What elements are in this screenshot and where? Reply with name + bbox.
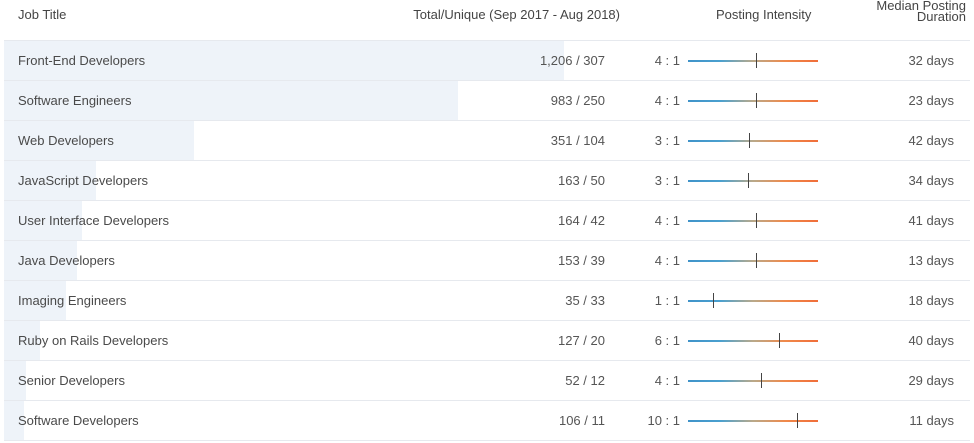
intensity-gradient-line — [688, 300, 818, 302]
job-title: Software Developers — [18, 413, 139, 428]
intensity-gradient-line — [688, 60, 818, 62]
intensity-marker — [756, 53, 757, 68]
job-postings-table: Job Title Total/Unique (Sep 2017 - Aug 2… — [4, 0, 970, 441]
intensity-ratio: 4 : 1 — [654, 253, 680, 268]
total-unique-count: 351 / 104 — [550, 133, 605, 148]
intensity-ratio: 3 : 1 — [654, 133, 680, 148]
table-row[interactable]: Software Engineers 983 / 250 4 : 1 23 days — [4, 81, 970, 121]
intensity-marker — [779, 333, 780, 348]
header-job-title[interactable]: Job Title — [18, 7, 66, 22]
intensity-ratio: 3 : 1 — [654, 173, 680, 188]
total-unique-count: 35 / 33 — [565, 293, 605, 308]
job-title: Ruby on Rails Developers — [18, 333, 169, 348]
table-row[interactable]: Senior Developers 52 / 12 4 : 1 29 days — [4, 361, 970, 401]
median-duration: 18 days — [908, 293, 954, 308]
intensity-gradient-line — [688, 420, 818, 422]
total-unique-count: 52 / 12 — [565, 373, 605, 388]
header-median-duration[interactable]: Median Posting Duration — [876, 0, 966, 24]
median-duration: 34 days — [908, 173, 954, 188]
table-row[interactable]: Software Developers 106 / 11 10 : 1 11 days — [4, 401, 970, 441]
intensity-gradient-line — [688, 220, 818, 222]
intensity-gradient-line — [688, 380, 818, 382]
table-row[interactable]: User Interface Developers 164 / 42 4 : 1 41… — [4, 201, 970, 241]
job-title: Front-End Developers — [18, 53, 146, 68]
intensity-gradient-line — [688, 100, 818, 102]
median-duration: 29 days — [908, 373, 954, 388]
intensity-marker — [761, 373, 762, 388]
median-duration: 32 days — [908, 53, 954, 68]
total-unique-count: 164 / 42 — [558, 213, 605, 228]
table-row[interactable]: Ruby on Rails Developers 127 / 20 6 : 1 40 … — [4, 321, 970, 361]
total-unique-count: 127 / 20 — [558, 333, 605, 348]
median-duration: 13 days — [908, 253, 954, 268]
total-unique-count: 983 / 250 — [550, 93, 605, 108]
median-duration: 41 days — [908, 213, 954, 228]
table-row[interactable]: Java Developers 153 / 39 4 : 1 13 days — [4, 241, 970, 281]
intensity-ratio: 1 : 1 — [654, 293, 680, 308]
intensity-gradient-line — [688, 180, 818, 182]
header-posting-intensity[interactable]: Posting Intensity — [716, 7, 811, 22]
intensity-marker — [756, 213, 757, 228]
job-title: User Interface Developers — [18, 213, 170, 228]
table-row[interactable]: JavaScript Developers 163 / 50 3 : 1 34 day… — [4, 161, 970, 201]
total-unique-count: 106 / 11 — [558, 413, 605, 428]
job-title: Web Developers — [18, 133, 114, 148]
intensity-ratio: 4 : 1 — [654, 213, 680, 228]
total-unique-count: 1,206 / 307 — [539, 53, 605, 68]
table-header: Job Title Total/Unique (Sep 2017 - Aug 2… — [4, 0, 970, 41]
intensity-marker — [797, 413, 798, 428]
table-row[interactable]: Front-End Developers 1,206 / 307 4 : 1 32 d… — [4, 41, 970, 81]
job-title: JavaScript Developers — [18, 173, 149, 188]
job-title: Imaging Engineers — [18, 293, 127, 308]
intensity-ratio: 4 : 1 — [654, 53, 680, 68]
total-unique-count: 153 / 39 — [558, 253, 605, 268]
intensity-ratio: 6 : 1 — [654, 333, 680, 348]
intensity-marker — [713, 293, 714, 308]
median-duration: 40 days — [908, 333, 954, 348]
job-title: Software Engineers — [18, 93, 132, 108]
intensity-ratio: 4 : 1 — [654, 373, 680, 388]
table-row[interactable]: Web Developers 351 / 104 3 : 1 42 days — [4, 121, 970, 161]
intensity-marker — [748, 173, 749, 188]
intensity-ratio: 4 : 1 — [654, 93, 680, 108]
table-row[interactable]: Imaging Engineers 35 / 33 1 : 1 18 days — [4, 281, 970, 321]
intensity-marker — [756, 253, 757, 268]
median-duration: 42 days — [908, 133, 954, 148]
job-title: Senior Developers — [18, 373, 125, 388]
intensity-gradient-line — [688, 140, 818, 142]
intensity-gradient-line — [688, 260, 818, 262]
intensity-marker — [756, 93, 757, 108]
intensity-ratio: 10 : 1 — [647, 413, 680, 428]
header-total-unique[interactable]: Total/Unique (Sep 2017 - Aug 2018) — [413, 7, 620, 22]
intensity-marker — [749, 133, 750, 148]
median-duration: 23 days — [908, 93, 954, 108]
intensity-gradient-line — [688, 340, 818, 342]
median-duration: 11 days — [909, 413, 954, 428]
table-body: Front-End Developers 1,206 / 307 4 : 1 32 d… — [4, 41, 970, 441]
job-title: Java Developers — [18, 253, 115, 268]
header-median-line2: Duration — [916, 9, 966, 24]
total-unique-count: 163 / 50 — [558, 173, 605, 188]
